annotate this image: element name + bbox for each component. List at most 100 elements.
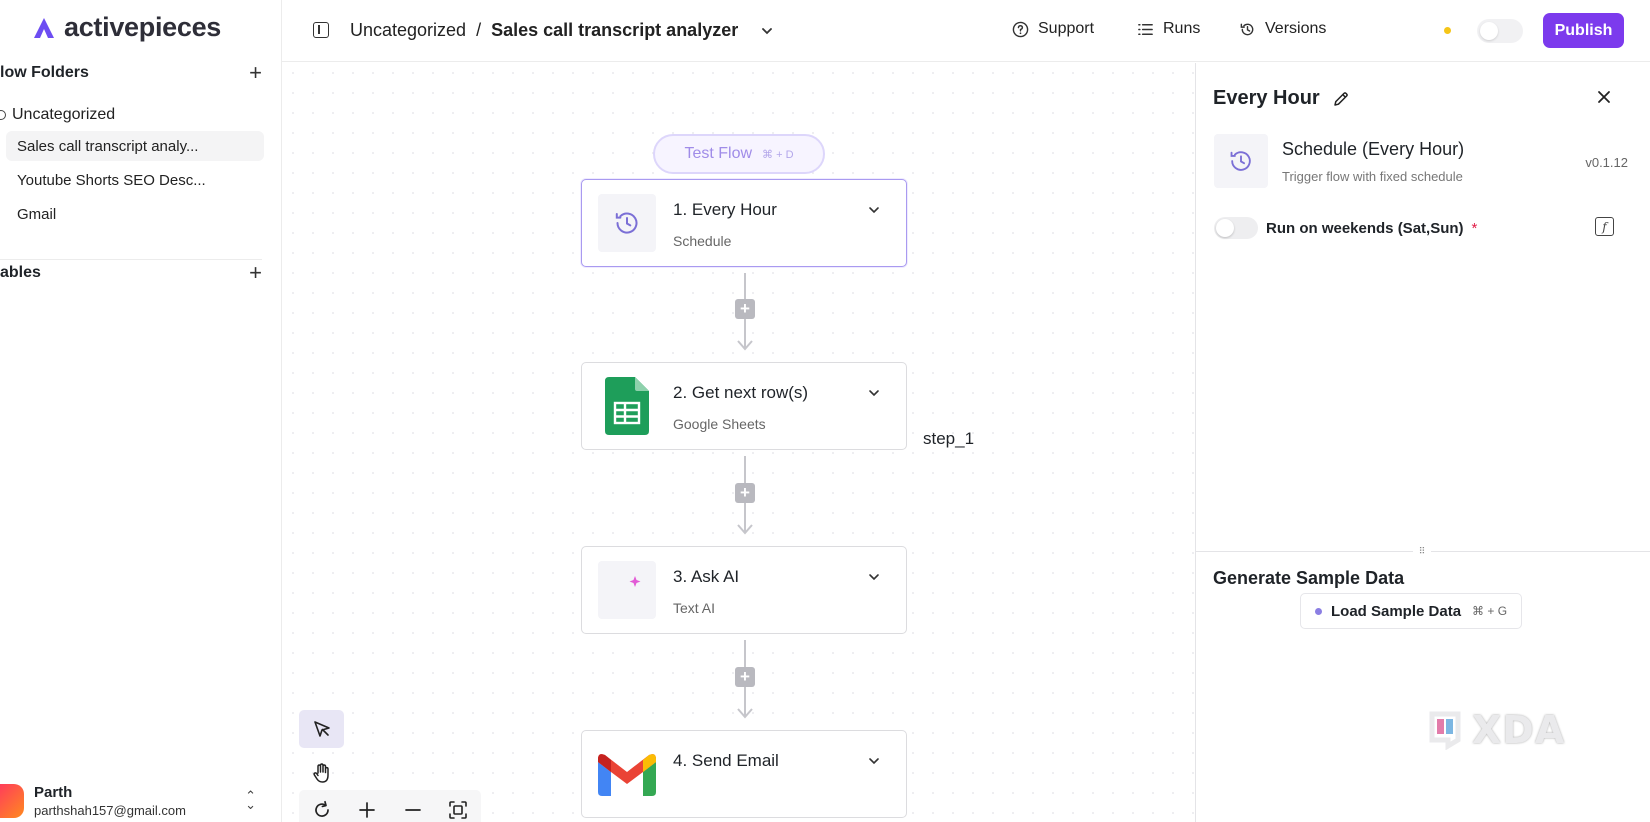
runs-label: Runs bbox=[1163, 20, 1201, 37]
folder-uncategorized[interactable]: Uncategorized bbox=[0, 106, 115, 124]
required-indicator: * bbox=[1471, 219, 1478, 237]
clock-icon bbox=[1230, 151, 1251, 171]
split-resize-handle[interactable]: ⠿ bbox=[1413, 546, 1431, 556]
generate-sample-data-title: Generate Sample Data bbox=[1213, 568, 1405, 588]
flow-node-send-email[interactable]: 4. Send Email bbox=[581, 730, 907, 818]
sidebar-flow-sales-call[interactable]: Sales call transcript analy... bbox=[6, 131, 264, 161]
sidebar: activepieces low Folders + Uncategorized… bbox=[0, 0, 282, 822]
node-title: 1. Every Hour bbox=[673, 200, 777, 219]
history-icon bbox=[1240, 23, 1254, 35]
clock-icon bbox=[615, 212, 638, 234]
fit-view-button[interactable] bbox=[442, 794, 474, 822]
avatar bbox=[0, 784, 24, 818]
run-on-weekends-field: Run on weekends (Sat,Sun) * bbox=[1214, 217, 1477, 239]
select-tool-button[interactable] bbox=[299, 710, 344, 748]
add-table-plus-icon[interactable]: + bbox=[249, 262, 262, 284]
watermark-text: XDA bbox=[1472, 708, 1566, 752]
breadcrumb-folder[interactable]: Uncategorized bbox=[350, 20, 466, 41]
piece-version: v0.1.12 bbox=[1585, 155, 1628, 170]
sidebar-flow-gmail[interactable]: Gmail bbox=[6, 199, 264, 229]
fit-screen-icon bbox=[449, 801, 468, 819]
zoom-out-button[interactable] bbox=[397, 794, 429, 822]
chevron-down-icon[interactable] bbox=[866, 753, 882, 769]
gmail-node-icon bbox=[598, 745, 656, 803]
plus-icon bbox=[359, 802, 376, 818]
flow-node-trigger[interactable]: 1. Every Hour Schedule bbox=[581, 179, 907, 267]
test-flow-label: Test Flow bbox=[684, 145, 753, 162]
arrow-down-icon bbox=[737, 708, 753, 719]
add-folder-plus-icon[interactable]: + bbox=[249, 62, 262, 84]
sidebar-divider bbox=[0, 259, 262, 260]
hand-icon bbox=[312, 763, 329, 783]
flow-node-sheets[interactable]: 2. Get next row(s) Google Sheets bbox=[581, 362, 907, 450]
arrow-down-icon bbox=[737, 340, 753, 351]
flow-folders-label: low Folders bbox=[0, 64, 89, 81]
run-on-weekends-label: Run on weekends (Sat,Sun) bbox=[1266, 219, 1464, 237]
run-on-weekends-toggle[interactable] bbox=[1214, 217, 1258, 239]
pan-tool-button[interactable] bbox=[299, 754, 344, 792]
top-bar: Uncategorized / Sales call transcript an… bbox=[282, 0, 1650, 62]
add-step-button[interactable]: + bbox=[735, 483, 755, 503]
publish-button[interactable]: Publish bbox=[1543, 13, 1624, 48]
minus-icon bbox=[404, 809, 421, 811]
breadcrumb: Uncategorized / Sales call transcript an… bbox=[350, 20, 774, 41]
zoom-toolbar bbox=[299, 790, 481, 822]
gmail-icon bbox=[598, 754, 656, 796]
add-step-button[interactable]: + bbox=[735, 299, 755, 319]
status-dot bbox=[1315, 607, 1322, 615]
node-title: 4. Send Email bbox=[673, 751, 779, 770]
load-sample-data-button[interactable]: Load Sample Data ⌘ + G bbox=[1300, 593, 1522, 629]
flow-enabled-toggle[interactable] bbox=[1477, 19, 1523, 43]
flow-folders-header: low Folders + bbox=[0, 62, 262, 84]
refresh-icon bbox=[314, 800, 329, 817]
support-button[interactable]: Support bbox=[1012, 20, 1094, 38]
node-subtitle: Text AI bbox=[673, 600, 716, 616]
flow-canvas[interactable]: Test Flow ⌘ + D 1. Every Hour Schedule +… bbox=[283, 63, 1195, 822]
test-flow-button[interactable]: Test Flow ⌘ + D bbox=[653, 134, 825, 174]
schedule-piece-icon bbox=[1214, 134, 1268, 188]
user-menu[interactable]: Parth parthshah157@gmail.com ⌃ ⌄ bbox=[0, 780, 262, 822]
help-circle-icon bbox=[1012, 21, 1029, 37]
cursor-arrow-icon bbox=[313, 721, 330, 737]
chevron-down-icon[interactable] bbox=[866, 385, 882, 401]
runs-button[interactable]: Runs bbox=[1137, 20, 1200, 38]
chevron-down-icon[interactable] bbox=[866, 202, 882, 218]
step-name[interactable]: Every Hour bbox=[1213, 87, 1320, 110]
chevron-down-icon[interactable] bbox=[760, 24, 774, 38]
chevron-up-down-icon: ⌃ ⌄ bbox=[245, 788, 256, 812]
pencil-icon[interactable] bbox=[1332, 90, 1350, 108]
load-sample-shortcut: ⌘ + G bbox=[1472, 604, 1508, 618]
dynamic-value-fx-icon[interactable]: f bbox=[1595, 217, 1614, 236]
user-name: Parth bbox=[34, 784, 73, 801]
sidebar-toggle-icon[interactable] bbox=[313, 22, 329, 38]
list-icon bbox=[1138, 23, 1153, 35]
canvas-tool-stack bbox=[299, 710, 344, 792]
panel-title: Every Hour bbox=[1213, 87, 1350, 110]
zoom-in-button[interactable] bbox=[351, 794, 383, 822]
node-title: 2. Get next row(s) bbox=[673, 383, 809, 402]
sidebar-flow-youtube-shorts[interactable]: Youtube Shorts SEO Desc... bbox=[6, 165, 264, 195]
node-title: 3. Ask AI bbox=[673, 567, 740, 586]
arrow-down-icon bbox=[737, 524, 753, 535]
xda-logo-icon bbox=[1429, 711, 1461, 750]
node-subtitle: Schedule bbox=[673, 233, 732, 249]
flow-node-ask-ai[interactable]: 3. Ask AI Text AI bbox=[581, 546, 907, 634]
reset-view-button[interactable] bbox=[306, 794, 338, 822]
app-logo[interactable]: activepieces bbox=[32, 12, 221, 43]
add-step-button[interactable]: + bbox=[735, 667, 755, 687]
folder-radio-icon bbox=[0, 110, 6, 120]
piece-description: Trigger flow with fixed schedule bbox=[1282, 169, 1463, 184]
sparkle-lines-icon bbox=[611, 576, 641, 605]
versions-button[interactable]: Versions bbox=[1239, 20, 1326, 38]
chevron-down-icon[interactable] bbox=[866, 569, 882, 585]
tables-label: ables bbox=[0, 264, 41, 281]
close-icon[interactable] bbox=[1595, 88, 1613, 106]
schedule-node-icon bbox=[598, 194, 656, 252]
app-name: activepieces bbox=[64, 12, 222, 42]
support-label: Support bbox=[1038, 20, 1095, 37]
load-sample-label: Load Sample Data bbox=[1331, 602, 1462, 620]
tables-header: ables + bbox=[0, 262, 262, 284]
flow-title[interactable]: Sales call transcript analyzer bbox=[491, 20, 738, 41]
versions-label: Versions bbox=[1265, 20, 1327, 37]
test-flow-shortcut: ⌘ + D bbox=[762, 148, 794, 161]
